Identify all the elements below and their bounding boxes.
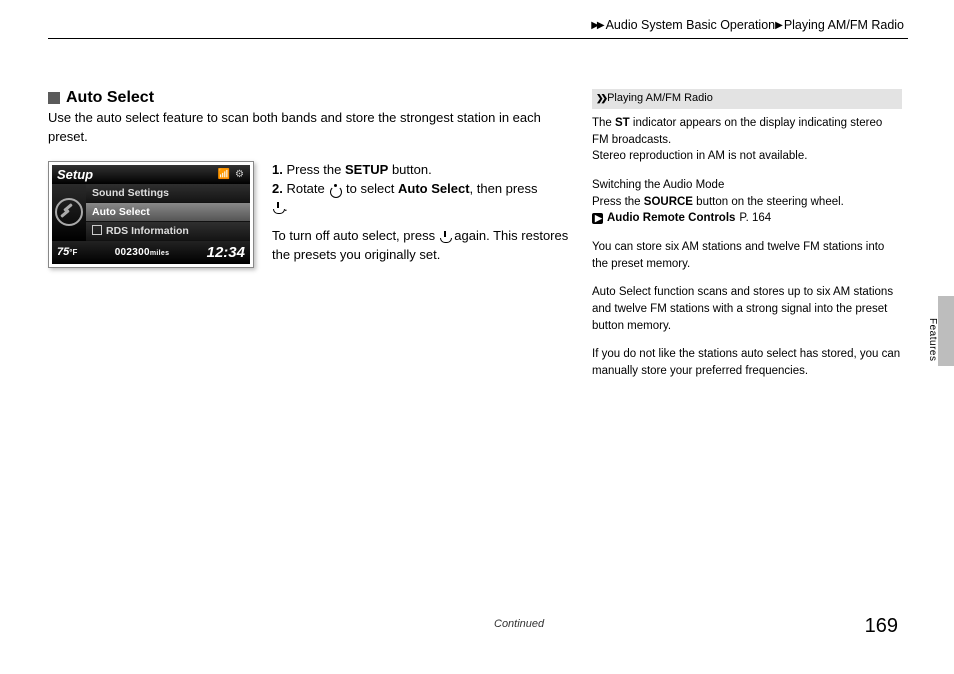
- double-chevron-icon: ❯❯: [596, 92, 605, 105]
- settings-wrench-icon: [55, 198, 83, 226]
- rotate-dial-icon: [328, 184, 342, 196]
- breadcrumb: ▶▶ Audio System Basic Operation▶Playing A…: [48, 18, 908, 32]
- section-intro: Use the auto select feature to scan both…: [48, 109, 578, 147]
- side-heading: ❯❯ Playing AM/FM Radio: [592, 89, 902, 109]
- push-knob-icon: [439, 231, 451, 243]
- chevron-right-icon: ▶: [775, 20, 781, 31]
- screenshot-header: Setup: [57, 167, 93, 182]
- main-column: Auto Select Use the auto select feature …: [48, 89, 592, 392]
- page-number: 169: [865, 615, 898, 638]
- breadcrumb-seg1: Audio System Basic Operation: [606, 18, 776, 32]
- section-tab-label: Features: [927, 318, 938, 361]
- side-para-2: Switching the Audio Mode Press the SOURC…: [592, 177, 902, 227]
- turn-off-note: To turn off auto select, press again. Th…: [272, 227, 578, 265]
- step-1: 1. Press the SETUP button. 2. Rotate to …: [272, 161, 578, 218]
- step-instructions: 1. Press the SETUP button. 2. Rotate to …: [272, 161, 578, 275]
- menu-item-auto-select: Auto Select: [86, 203, 250, 222]
- cross-reference-link[interactable]: ▶ Audio Remote Controls P. 164: [592, 210, 902, 227]
- menu-item-rds-information: RDS Information: [86, 222, 250, 241]
- header-rule: [48, 38, 908, 39]
- status-icons: 📶 ⚙: [218, 169, 245, 180]
- continued-label: Continued: [494, 618, 544, 630]
- menu-item-sound-settings: Sound Settings: [86, 184, 250, 203]
- side-para-4: Auto Select function scans and stores up…: [592, 284, 902, 334]
- temperature-readout: 75°F: [57, 246, 77, 258]
- section-tab: [938, 296, 954, 366]
- section-heading: Auto Select: [48, 89, 578, 107]
- chevron-right-icon: ▶▶: [591, 20, 602, 31]
- side-column: ❯❯ Playing AM/FM Radio The ST indicator …: [592, 89, 902, 392]
- device-screenshot: Setup 📶 ⚙ Sound Settings Auto Select: [48, 161, 254, 275]
- checkbox-icon: [92, 225, 102, 235]
- side-para-1: The ST indicator appears on the display …: [592, 115, 902, 165]
- side-para-5: If you do not like the stations auto sel…: [592, 346, 902, 379]
- clock-readout: 12:34: [207, 244, 245, 261]
- breadcrumb-seg2: Playing AM/FM Radio: [784, 18, 904, 32]
- link-arrow-icon: ▶: [592, 213, 603, 224]
- section-title-text: Auto Select: [66, 89, 154, 107]
- push-knob-icon: [272, 202, 284, 214]
- odometer-readout: 002300miles: [115, 247, 170, 258]
- square-bullet-icon: [48, 92, 60, 104]
- side-para-3: You can store six AM stations and twelve…: [592, 239, 902, 272]
